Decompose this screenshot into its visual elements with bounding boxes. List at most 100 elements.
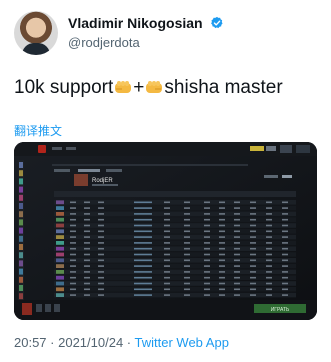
hero-portrait <box>56 275 64 280</box>
table-cell <box>164 201 170 204</box>
table-cell <box>250 218 256 221</box>
table-cell <box>250 282 256 285</box>
table-cell <box>250 265 256 267</box>
table-cell <box>70 282 76 285</box>
tweet-source-app[interactable]: Twitter Web App <box>135 335 229 350</box>
tweet-media-image[interactable]: RodjER ИГРАТЬ <box>14 142 317 320</box>
table-cell <box>282 218 288 221</box>
table-cell <box>282 282 288 285</box>
tweet-date: 2021/10/24 <box>58 335 124 350</box>
verified-icon <box>211 16 224 29</box>
table-cell <box>266 253 272 256</box>
hero-portrait <box>56 200 64 205</box>
tweet-text-part2: shisha master <box>164 77 283 98</box>
table-cell <box>98 230 104 233</box>
table-cell <box>84 247 90 250</box>
table-cell <box>70 224 76 227</box>
table-cell <box>219 288 225 291</box>
table-row <box>54 246 296 251</box>
table-cell <box>282 236 288 238</box>
table-cell <box>184 282 190 285</box>
table-cell <box>84 282 90 285</box>
timestamp-separator-2: · <box>123 335 135 350</box>
table-cell <box>219 224 225 227</box>
table-cell <box>98 265 104 267</box>
hero-portrait <box>56 270 64 274</box>
table-cell <box>282 276 288 279</box>
table-cell <box>266 259 272 262</box>
table-cell <box>134 242 152 244</box>
table-cell <box>250 236 256 238</box>
table-cell <box>219 242 225 244</box>
table-cell <box>134 276 152 279</box>
table-row <box>54 258 296 263</box>
table-cell <box>204 253 210 256</box>
table-cell <box>266 294 272 296</box>
table-row <box>54 252 296 257</box>
display-name[interactable]: Vladimir Nikogosian <box>68 15 203 31</box>
table-cell <box>184 288 190 291</box>
table-cell <box>84 271 90 273</box>
table-cell <box>219 218 225 221</box>
table-cell <box>234 224 240 227</box>
table-cell <box>134 265 152 267</box>
table-cell <box>98 294 104 296</box>
timestamp-separator: · <box>46 335 59 350</box>
table-cell <box>204 218 210 221</box>
table-cell <box>266 247 272 250</box>
table-cell <box>250 288 256 291</box>
table-cell <box>250 294 256 296</box>
side-hero-icon <box>19 252 23 259</box>
table-cell <box>266 230 272 233</box>
handle[interactable]: @rodjerdota <box>68 35 140 50</box>
hero-portrait <box>56 287 64 292</box>
table-cell <box>204 259 210 262</box>
tweet-timestamp[interactable]: 20:57 · 2021/10/24 · Twitter Web App <box>14 335 229 350</box>
table-cell <box>219 276 225 279</box>
display-name-row[interactable]: Vladimir Nikogosian <box>68 15 224 31</box>
right-fist-emoji-icon <box>146 81 163 93</box>
table-row <box>54 281 296 286</box>
table-cell <box>204 236 210 238</box>
table-cell <box>98 276 104 279</box>
table-cell <box>184 207 190 209</box>
table-cell <box>134 224 152 227</box>
table-cell <box>250 213 256 215</box>
table-cell <box>234 259 240 262</box>
table-row <box>54 229 296 234</box>
table-cell <box>70 201 76 204</box>
translate-tweet-link[interactable]: 翻译推文 <box>14 122 62 139</box>
table-cell <box>266 265 272 267</box>
table-cell <box>204 247 210 250</box>
table-cell <box>84 242 90 244</box>
table-row <box>54 269 296 275</box>
table-cell <box>164 218 170 221</box>
table-cell <box>250 201 256 204</box>
table-cell <box>219 259 225 262</box>
table-cell <box>84 213 90 215</box>
table-cell <box>282 213 288 215</box>
table-cell <box>70 271 76 273</box>
table-cell <box>204 294 210 296</box>
hero-portrait <box>56 223 64 228</box>
table-cell <box>84 259 90 262</box>
table-row <box>54 287 296 292</box>
avatar[interactable] <box>14 11 58 55</box>
table-cell <box>70 259 76 262</box>
table-cell <box>234 265 240 267</box>
table-cell <box>282 247 288 250</box>
table-cell <box>282 294 288 296</box>
hero-portrait <box>56 206 64 210</box>
table-cell <box>84 218 90 221</box>
table-cell <box>164 247 170 250</box>
table-cell <box>164 294 170 296</box>
side-hero-icon <box>19 227 23 234</box>
hero-portrait <box>56 241 64 245</box>
table-cell <box>164 230 170 233</box>
table-cell <box>134 207 152 209</box>
table-cell <box>184 213 190 215</box>
table-cell <box>282 271 288 273</box>
table-cell <box>98 201 104 204</box>
table-cell <box>184 224 190 227</box>
table-cell <box>204 288 210 291</box>
